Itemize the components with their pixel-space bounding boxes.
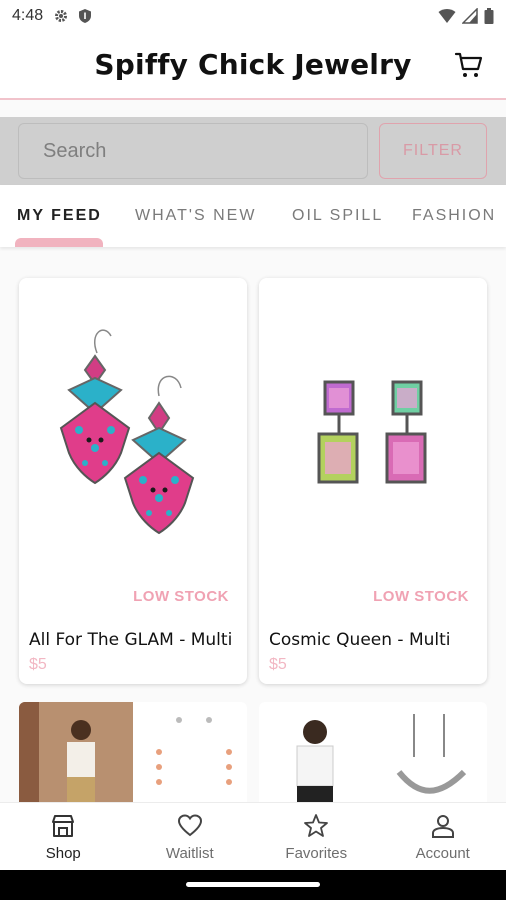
low-stock-badge: LOW STOCK: [133, 588, 229, 605]
tab-my-feed[interactable]: MY FEED: [17, 207, 102, 225]
tab-fashion[interactable]: FASHION: [412, 207, 496, 225]
nav-favorites[interactable]: Favorites: [253, 803, 380, 870]
nav-account[interactable]: Account: [380, 803, 506, 870]
tab-oil-spill[interactable]: OIL SPILL: [292, 207, 383, 225]
battery-icon: [484, 8, 494, 24]
filter-button[interactable]: FILTER: [379, 123, 487, 179]
search-box[interactable]: [18, 123, 368, 179]
product-card-partial[interactable]: [259, 702, 487, 802]
wifi-icon: [438, 9, 456, 23]
product-card-partial[interactable]: [19, 702, 247, 802]
bottom-navigation: Shop Waitlist Favorites Account: [0, 802, 506, 870]
nav-waitlist[interactable]: Waitlist: [127, 803, 254, 870]
heart-icon: [177, 814, 202, 837]
tab-indicator: [15, 238, 103, 247]
product-image: [19, 702, 247, 802]
nav-favorites-label: Favorites: [285, 845, 348, 862]
person-icon: [431, 815, 454, 838]
product-price: $5: [269, 656, 287, 673]
shop-icon: [52, 815, 75, 837]
tab-whats-new[interactable]: WHAT'S NEW: [135, 207, 256, 225]
product-image: [259, 278, 487, 598]
nav-waitlist-label: Waitlist: [165, 845, 214, 862]
status-bar: 4:48: [0, 0, 506, 32]
nav-account-label: Account: [415, 845, 470, 862]
app-bar: Spiffy Chick Jewelry: [0, 32, 506, 100]
gesture-bar: [0, 870, 506, 900]
product-card[interactable]: LOW STOCK Cosmic Queen - Multi $5: [259, 278, 487, 684]
product-card[interactable]: LOW STOCK All For The GLAM - Multi $5: [19, 278, 247, 684]
status-time: 4:48: [12, 7, 44, 24]
cart-icon[interactable]: [454, 50, 484, 80]
star-icon: [304, 814, 329, 837]
nav-shop[interactable]: Shop: [0, 803, 127, 870]
signal-icon: [462, 8, 478, 24]
shield-icon: [79, 9, 92, 23]
settings-icon: [55, 10, 68, 22]
nav-shop-label: Shop: [45, 845, 81, 862]
product-image: [19, 278, 247, 598]
low-stock-badge: LOW STOCK: [373, 588, 469, 605]
product-price: $5: [29, 656, 47, 673]
product-image: [259, 702, 487, 802]
product-name: Cosmic Queen - Multi: [269, 630, 451, 650]
search-input[interactable]: [19, 124, 367, 178]
app-title: Spiffy Chick Jewelry: [94, 48, 412, 81]
product-name: All For The GLAM - Multi: [29, 630, 233, 650]
search-bar: FILTER: [0, 117, 506, 185]
home-indicator[interactable]: [186, 882, 320, 887]
